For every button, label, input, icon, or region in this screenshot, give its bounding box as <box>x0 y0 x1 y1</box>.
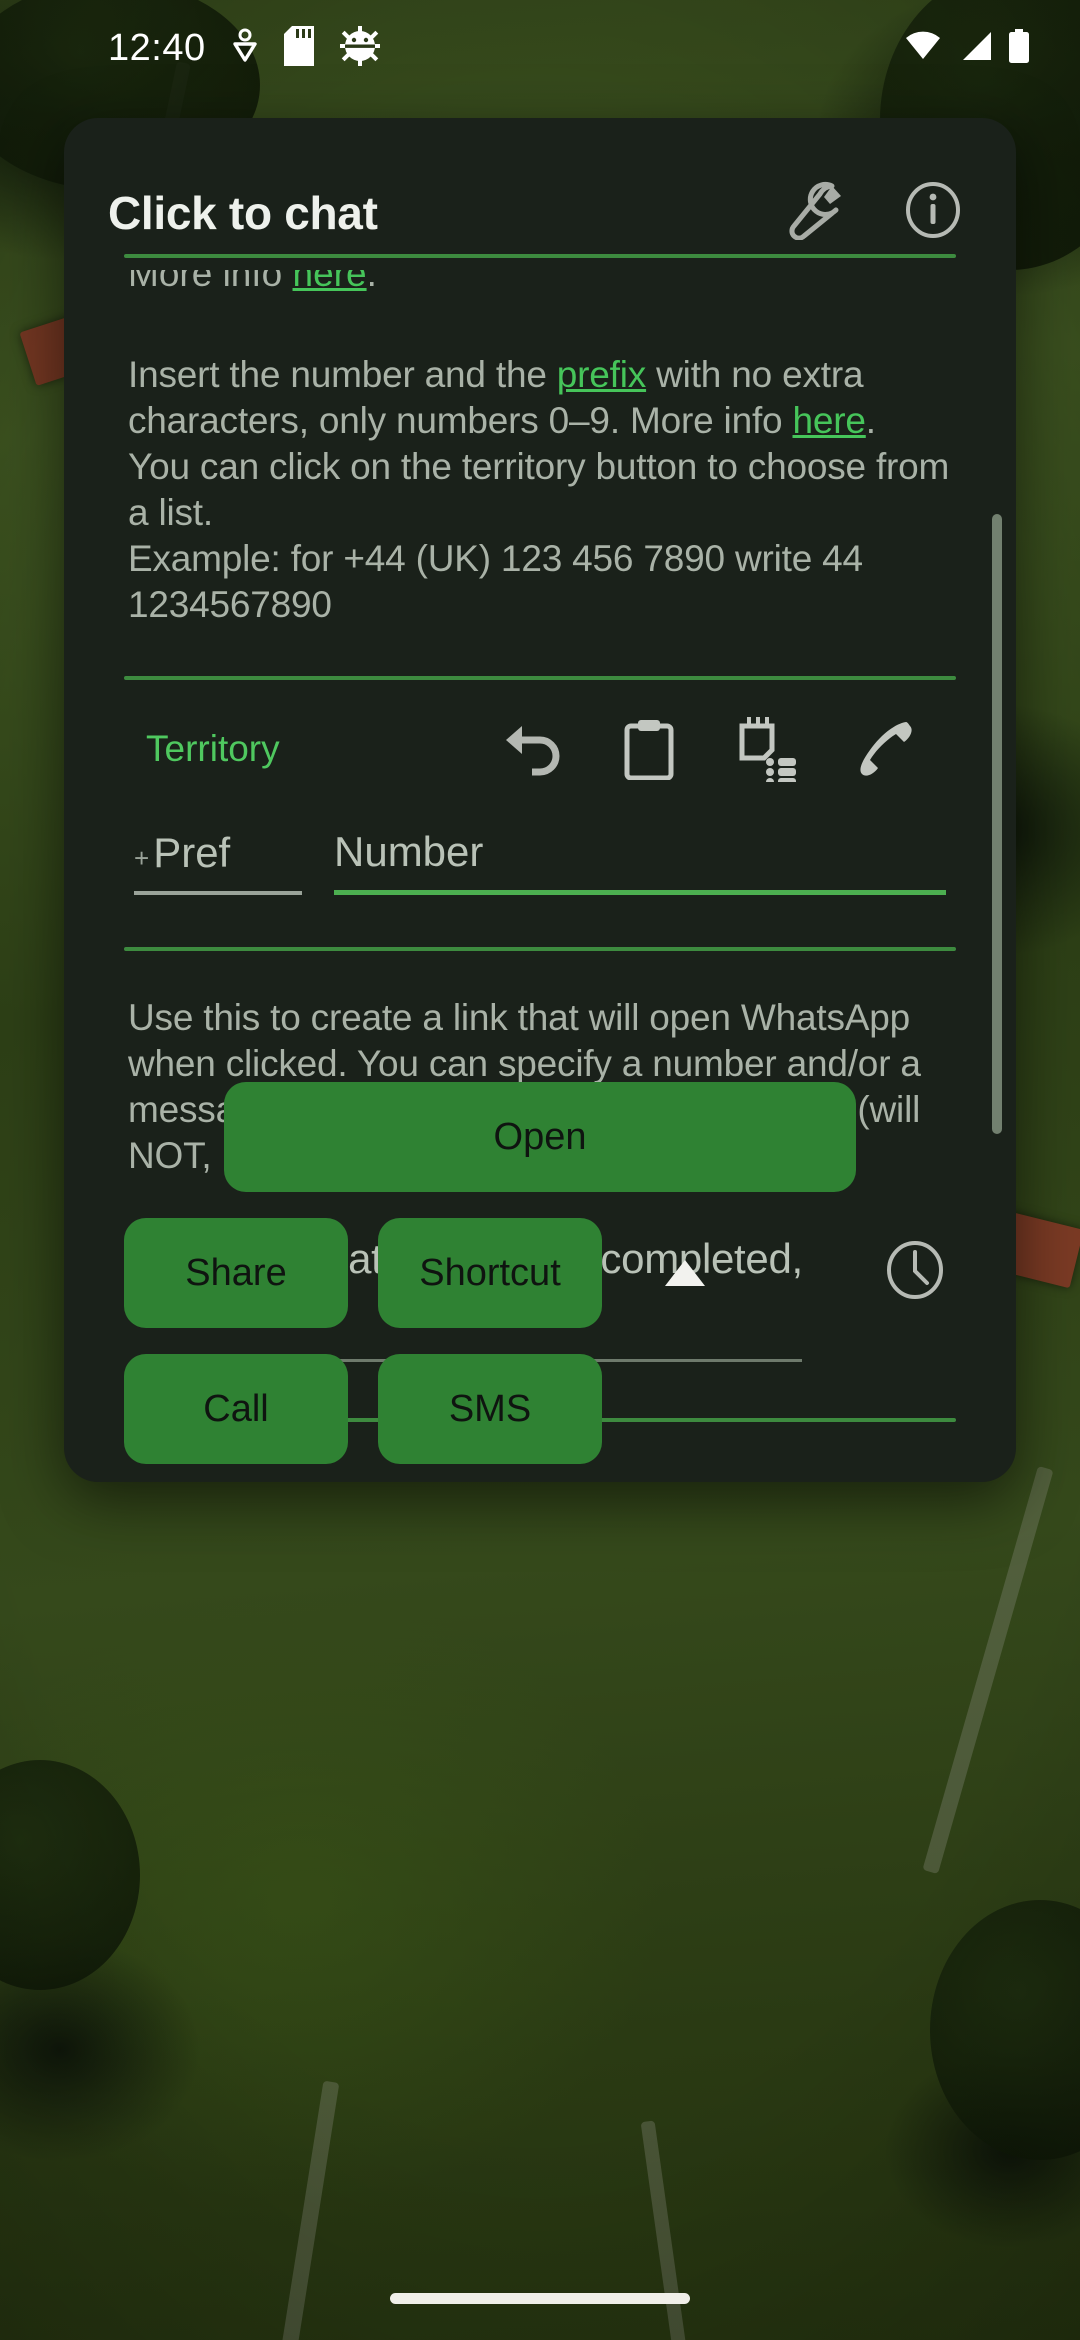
shortcut-button[interactable]: Shortcut <box>378 1218 602 1328</box>
clipped-help-line: More info here. <box>106 270 974 304</box>
divider-after-inputs <box>124 947 956 951</box>
info-icon[interactable] <box>904 181 962 244</box>
territory-icon-group <box>472 716 944 782</box>
status-bar-right <box>904 28 1030 68</box>
location-sharing-icon <box>232 28 258 69</box>
divider-after-help <box>124 676 956 680</box>
number-field-wrapper[interactable]: Number <box>334 828 946 895</box>
share-button[interactable]: Share <box>124 1218 348 1328</box>
clipped-help-suffix: . <box>366 270 377 294</box>
dialog-header: Click to chat <box>64 118 1016 245</box>
plus-sign: + <box>134 843 150 873</box>
page-title: Click to chat <box>108 186 378 239</box>
button-row-share-shortcut: Share Shortcut <box>124 1218 956 1328</box>
divider-top <box>124 254 956 258</box>
territory-button[interactable]: Territory <box>136 714 290 784</box>
clipped-help-prefix: More info <box>128 270 293 294</box>
prefix-input-underline <box>134 891 302 895</box>
button-row-call-sms: Call SMS <box>124 1354 956 1464</box>
here-link-2[interactable]: here <box>793 400 866 441</box>
undo-icon[interactable] <box>472 720 590 778</box>
call-button[interactable]: Call <box>124 1354 348 1464</box>
sms-button[interactable]: SMS <box>378 1354 602 1464</box>
prefix-help-seg1: Insert the number and the <box>128 354 557 395</box>
paste-clipboard-icon[interactable] <box>590 718 708 780</box>
wifi-icon <box>904 31 942 66</box>
android-debug-icon <box>339 25 380 71</box>
expand-up-arrow-icon[interactable] <box>650 1256 720 1290</box>
action-button-area: Open Share Shortcut Call SMS <box>64 1082 1016 1482</box>
scrollbar-track[interactable] <box>992 514 1002 1134</box>
prefix-field-wrapper[interactable]: + Pref <box>134 829 302 895</box>
phone-input-row: + Pref Number <box>106 828 974 895</box>
dialog-header-actions <box>782 180 962 245</box>
number-input-placeholder: Number <box>334 828 484 875</box>
clipboard-list-icon[interactable] <box>708 716 826 782</box>
prefix-help-text: Insert the number and the prefix with no… <box>106 352 974 628</box>
here-link[interactable]: here <box>293 270 367 294</box>
open-button[interactable]: Open <box>224 1082 856 1192</box>
scrollbar-thumb[interactable] <box>992 514 1002 1134</box>
territory-row: Territory <box>106 714 974 784</box>
home-indicator[interactable] <box>390 2293 690 2304</box>
prefix-link[interactable]: prefix <box>557 354 646 395</box>
wrench-icon[interactable] <box>782 180 844 245</box>
click-to-chat-dialog: Click to chat More info here. Insert the… <box>64 118 1016 1482</box>
status-bar-left: 12:40 <box>108 25 380 71</box>
battery-icon <box>1008 28 1030 68</box>
status-bar: 12:40 <box>0 0 1080 96</box>
number-input-underline <box>334 890 946 895</box>
status-bar-clock: 12:40 <box>108 26 206 69</box>
prefix-input-placeholder: Pref <box>153 829 231 876</box>
cellular-signal-icon <box>958 31 992 66</box>
sd-card-icon <box>283 25 314 71</box>
phone-icon[interactable] <box>826 718 944 780</box>
